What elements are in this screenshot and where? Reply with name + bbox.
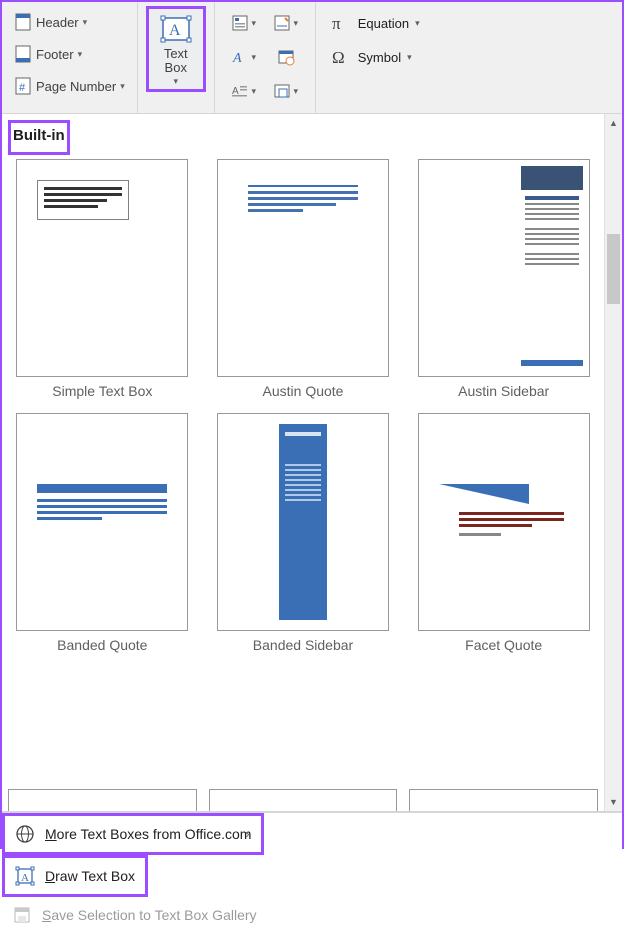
scroll-down-button[interactable]: ▼ xyxy=(605,793,622,811)
equation-button[interactable]: π Equation ▾ xyxy=(324,6,426,40)
chevron-down-icon: ▾ xyxy=(293,18,298,29)
scroll-up-button[interactable]: ▲ xyxy=(605,114,622,132)
text-box-button[interactable]: A Text Box ▾ xyxy=(146,6,206,92)
quick-parts-button[interactable]: ▾ xyxy=(223,6,265,40)
equation-label: Equation xyxy=(358,16,409,31)
tile-caption: Austin Sidebar xyxy=(458,377,549,399)
tile-austin-quote[interactable]: Austin Quote xyxy=(209,159,398,399)
tile-caption: Banded Quote xyxy=(57,631,147,653)
signature-line-button[interactable]: ▾ xyxy=(265,6,307,40)
chevron-down-icon: ▾ xyxy=(251,52,256,63)
header-footer-group: Header ▾ Footer ▾ # Page Number ▾ xyxy=(2,2,138,113)
footer-icon xyxy=(14,45,32,63)
footer-button[interactable]: Footer ▾ xyxy=(10,38,129,70)
tile-preview xyxy=(418,159,590,377)
header-label: Header xyxy=(36,15,79,30)
object-icon xyxy=(273,82,291,100)
drop-cap-button[interactable]: A ▾ xyxy=(223,74,265,108)
tile-caption: Simple Text Box xyxy=(52,377,152,399)
svg-text:π: π xyxy=(332,14,341,33)
page-number-icon: # xyxy=(14,77,32,95)
svg-text:Ω: Ω xyxy=(332,48,345,67)
tile-simple-text-box[interactable]: Simple Text Box xyxy=(8,159,197,399)
page-number-label: Page Number xyxy=(36,79,116,94)
tile-caption: Austin Quote xyxy=(263,377,344,399)
chevron-down-icon: ▾ xyxy=(251,18,256,29)
quick-parts-icon xyxy=(231,14,249,32)
scroll-thumb[interactable] xyxy=(607,234,620,304)
svg-text:A: A xyxy=(21,872,29,884)
object-button[interactable]: ▾ xyxy=(265,74,307,108)
chevron-down-icon: ▾ xyxy=(120,81,125,92)
tile-preview xyxy=(217,159,389,377)
tile-banded-sidebar[interactable]: Banded Sidebar xyxy=(209,413,398,653)
gallery-section-title: Built-in xyxy=(8,120,70,155)
text-box-label: Text Box xyxy=(164,47,188,76)
equation-icon: π xyxy=(330,12,352,34)
chevron-down-icon: ▾ xyxy=(251,86,256,97)
header-button[interactable]: Header ▾ xyxy=(10,6,129,38)
chevron-right-icon: › xyxy=(245,827,249,841)
tile-preview xyxy=(418,413,590,631)
menu-label: More Text Boxes from Office.com xyxy=(45,826,251,842)
symbol-button[interactable]: Ω Symbol ▾ xyxy=(324,40,426,74)
quick-parts-group: ▾ ▾ A ▾ A ▾ ▾ xyxy=(215,2,316,113)
text-box-icon: A xyxy=(159,15,193,45)
chevron-down-icon: ▾ xyxy=(415,18,420,29)
symbol-label: Symbol xyxy=(358,50,401,65)
wordart-button[interactable]: A ▾ xyxy=(223,40,265,74)
text-box-gallery-panel: Built-in Simple Text Box Austin Quote Au… xyxy=(2,114,622,812)
symbols-group: π Equation ▾ Ω Symbol ▾ xyxy=(316,2,434,113)
gallery-grid: Simple Text Box Austin Quote Austin Side… xyxy=(8,159,598,653)
drop-cap-icon: A xyxy=(231,82,249,100)
date-time-icon xyxy=(277,48,295,66)
chevron-down-icon: ▾ xyxy=(407,52,412,63)
chevron-down-icon: ▾ xyxy=(78,49,83,60)
tile-caption: Facet Quote xyxy=(465,631,542,653)
gallery-area: Built-in Simple Text Box Austin Quote Au… xyxy=(2,114,604,811)
tile-banded-quote[interactable]: Banded Quote xyxy=(8,413,197,653)
page-number-button[interactable]: # Page Number ▾ xyxy=(10,70,129,102)
gallery-scrollbar[interactable]: ▲ ▼ xyxy=(604,114,622,811)
tile-preview xyxy=(217,413,389,631)
menu-label: Draw Text Box xyxy=(45,868,135,884)
tile-facet-quote[interactable]: Facet Quote xyxy=(409,413,598,653)
signature-icon xyxy=(273,14,291,32)
menu-label: Save Selection to Text Box Gallery xyxy=(42,907,257,923)
text-box-group: A Text Box ▾ xyxy=(138,2,215,113)
footer-label: Footer xyxy=(36,47,74,62)
globe-icon xyxy=(15,824,35,844)
svg-text:A: A xyxy=(232,51,242,66)
save-selection-item: Save Selection to Text Box Gallery xyxy=(2,897,622,933)
symbol-icon: Ω xyxy=(330,46,352,68)
svg-text:A: A xyxy=(169,22,181,39)
wordart-icon: A xyxy=(231,48,249,66)
tile-caption: Banded Sidebar xyxy=(253,631,353,653)
ribbon-toolbar: Header ▾ Footer ▾ # Page Number ▾ A xyxy=(2,2,622,114)
draw-text-box-icon: A xyxy=(15,866,35,886)
date-time-button[interactable] xyxy=(265,40,307,74)
header-icon xyxy=(14,13,32,31)
gallery-footer-menu: More Text Boxes from Office.com › A Draw… xyxy=(2,812,622,933)
tile-preview xyxy=(16,413,188,631)
save-icon xyxy=(12,905,32,925)
svg-text:#: # xyxy=(19,82,26,94)
draw-text-box-item[interactable]: A Draw Text Box xyxy=(5,858,145,894)
more-text-boxes-item[interactable]: More Text Boxes from Office.com › xyxy=(5,816,261,852)
gallery-row-peek xyxy=(8,789,598,811)
chevron-down-icon: ▾ xyxy=(83,17,88,28)
chevron-down-icon: ▾ xyxy=(173,76,178,87)
tile-preview xyxy=(16,159,188,377)
chevron-down-icon: ▾ xyxy=(293,86,298,97)
tile-austin-sidebar[interactable]: Austin Sidebar xyxy=(409,159,598,399)
